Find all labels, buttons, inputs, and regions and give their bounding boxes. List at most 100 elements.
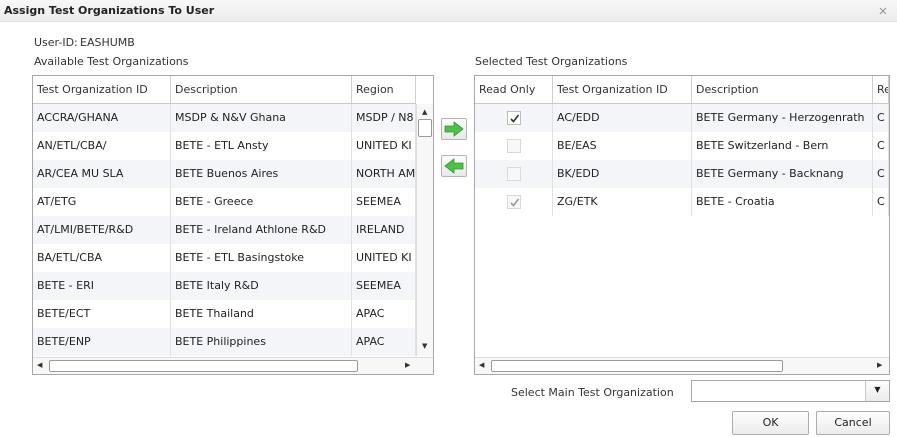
scroll-right-icon[interactable]: ▶: [405, 361, 410, 369]
cell-read-only: [475, 160, 553, 188]
cell-region: C: [873, 132, 889, 160]
arrow-right-icon: [444, 121, 464, 137]
selected-label: Selected Test Organizations: [475, 55, 628, 68]
cell-region: IRELAND: [352, 216, 416, 244]
remove-organization-button[interactable]: [441, 155, 467, 177]
window-title: Assign Test Organizations To User: [4, 4, 215, 17]
selected-header-row: Read Only Test Organization ID Descripti…: [475, 76, 889, 104]
table-row[interactable]: AT/ETG BETE - Greece SEEMEA: [33, 188, 416, 216]
cell-description: BETE Switzerland - Bern: [692, 132, 873, 160]
cell-description: BETE Thailand: [171, 300, 352, 328]
scroll-down-icon[interactable]: ▼: [422, 342, 427, 350]
cell-region: APAC: [352, 300, 416, 328]
cell-test-org-id: BA/ETL/CBA: [33, 244, 171, 272]
cell-description: MSDP & N&V Ghana: [171, 104, 352, 132]
cell-region: UNITED KI: [352, 132, 416, 160]
table-row[interactable]: ZG/ETK BETE - Croatia C: [475, 188, 889, 216]
read-only-checkbox[interactable]: [507, 167, 521, 181]
table-row[interactable]: BK/EDD BETE Germany - Backnang C: [475, 160, 889, 188]
read-only-checkbox[interactable]: [507, 111, 521, 125]
read-only-checkbox[interactable]: [507, 139, 521, 153]
available-horizontal-scrollbar[interactable]: ◀ ▶: [33, 357, 433, 374]
cell-description: BETE - ETL Ansty: [171, 132, 352, 160]
cell-read-only: [475, 188, 553, 216]
table-row[interactable]: AN/ETL/CBA/BETE - ETL Ansty UNITED KI: [33, 132, 416, 160]
column-header-description[interactable]: Description: [692, 76, 873, 104]
close-icon[interactable]: [877, 5, 889, 17]
cell-region: MSDP / N8: [352, 104, 416, 132]
scroll-thumb[interactable]: [418, 119, 432, 137]
cell-region: NORTH AM: [352, 160, 416, 188]
column-header-description[interactable]: Description: [171, 76, 352, 104]
arrow-left-icon: [444, 158, 464, 174]
column-header-region[interactable]: Re: [873, 76, 889, 104]
checkmark-icon: [510, 114, 520, 123]
table-row[interactable]: AT/LMI/BETE/R&D BETE - Ireland Athlone R&…: [33, 216, 416, 244]
main-org-select[interactable]: ▼: [691, 380, 890, 402]
scroll-thumb[interactable]: [491, 360, 783, 372]
cell-description: BETE Buenos Aires: [171, 160, 352, 188]
column-header-read-only[interactable]: Read Only: [475, 76, 553, 104]
table-row[interactable]: AC/EDD BETE Germany - Herzogenrath C: [475, 104, 889, 132]
selected-horizontal-scrollbar[interactable]: ◀ ▶: [475, 357, 889, 374]
available-label: Available Test Organizations: [34, 55, 189, 68]
scroll-right-icon[interactable]: ▶: [877, 361, 882, 369]
table-row[interactable]: BE/EAS BETE Switzerland - Bern C: [475, 132, 889, 160]
main-org-label: Select Main Test Organization: [511, 386, 674, 399]
cell-read-only: [475, 104, 553, 132]
column-header-region[interactable]: Region: [352, 76, 416, 104]
cell-description: BETE - ETL Basingstoke: [171, 244, 352, 272]
cell-test-org-id: ZG/ETK: [553, 188, 692, 216]
table-row[interactable]: BA/ETL/CBA BETE - ETL Basingstoke UNITED K…: [33, 244, 416, 272]
user-id-label: User-ID:: [34, 36, 78, 49]
available-vertical-scrollbar[interactable]: ▲ ▼: [416, 104, 433, 356]
scroll-up-icon[interactable]: ▲: [422, 108, 427, 116]
cell-region: UNITED KI: [352, 244, 416, 272]
cell-test-org-id: AC/EDD: [553, 104, 692, 132]
cell-test-org-id: BETE - ERI: [33, 272, 171, 300]
table-row[interactable]: AR/CEA MU SLA BETE Buenos Aires NORTH AM: [33, 160, 416, 188]
cell-description: BETE - Greece: [171, 188, 352, 216]
column-header-test-org-id[interactable]: Test Organization ID: [33, 76, 171, 104]
cell-test-org-id: AT/LMI/BETE/R&D: [33, 216, 171, 244]
scroll-left-icon[interactable]: ◀: [37, 361, 42, 369]
selected-organizations-grid[interactable]: Read Only Test Organization ID Descripti…: [474, 75, 890, 375]
scroll-thumb[interactable]: [49, 360, 358, 372]
cell-description: BETE Philippines: [171, 328, 352, 356]
chevron-down-icon[interactable]: ▼: [865, 381, 889, 401]
cell-region: APAC: [352, 328, 416, 356]
user-id-value: EASHUMB: [80, 36, 135, 49]
read-only-checkbox[interactable]: [507, 195, 521, 209]
cell-region: C: [873, 188, 889, 216]
cell-description: BETE Germany - Backnang: [692, 160, 873, 188]
cell-test-org-id: BETE/ECT: [33, 300, 171, 328]
cancel-button[interactable]: Cancel: [816, 411, 890, 435]
cell-region: SEEMEA: [352, 272, 416, 300]
table-row[interactable]: BETE - ERI BETE Italy R&D SEEMEA: [33, 272, 416, 300]
cell-test-org-id: BK/EDD: [553, 160, 692, 188]
scroll-left-icon[interactable]: ◀: [479, 361, 484, 369]
cell-region: C: [873, 104, 889, 132]
title-bar: Assign Test Organizations To User: [0, 0, 897, 22]
checkmark-icon: [510, 198, 520, 207]
cell-description: BETE Germany - Herzogenrath: [692, 104, 873, 132]
cell-test-org-id: AN/ETL/CBA/: [33, 132, 171, 160]
add-organization-button[interactable]: [441, 118, 467, 140]
cell-description: BETE Italy R&D: [171, 272, 352, 300]
cell-test-org-id: ACCRA/GHANA: [33, 104, 171, 132]
cell-test-org-id: BETE/ENP: [33, 328, 171, 356]
available-header-row: Test Organization ID Description Region: [33, 76, 433, 104]
cell-test-org-id: AR/CEA MU SLA: [33, 160, 171, 188]
cell-description: BETE - Croatia: [692, 188, 873, 216]
cell-region: C: [873, 160, 889, 188]
cell-region: SEEMEA: [352, 188, 416, 216]
table-row[interactable]: ACCRA/GHANA MSDP & N&V Ghana MSDP / N8: [33, 104, 416, 132]
cell-test-org-id: BE/EAS: [553, 132, 692, 160]
available-organizations-grid[interactable]: Test Organization ID Description Region …: [32, 75, 434, 375]
cell-test-org-id: AT/ETG: [33, 188, 171, 216]
cell-read-only: [475, 132, 553, 160]
column-header-test-org-id[interactable]: Test Organization ID: [553, 76, 692, 104]
table-row[interactable]: BETE/ECT BETE Thailand APAC: [33, 300, 416, 328]
ok-button[interactable]: OK: [732, 411, 809, 435]
table-row[interactable]: BETE/ENP BETE Philippines APAC: [33, 328, 416, 356]
